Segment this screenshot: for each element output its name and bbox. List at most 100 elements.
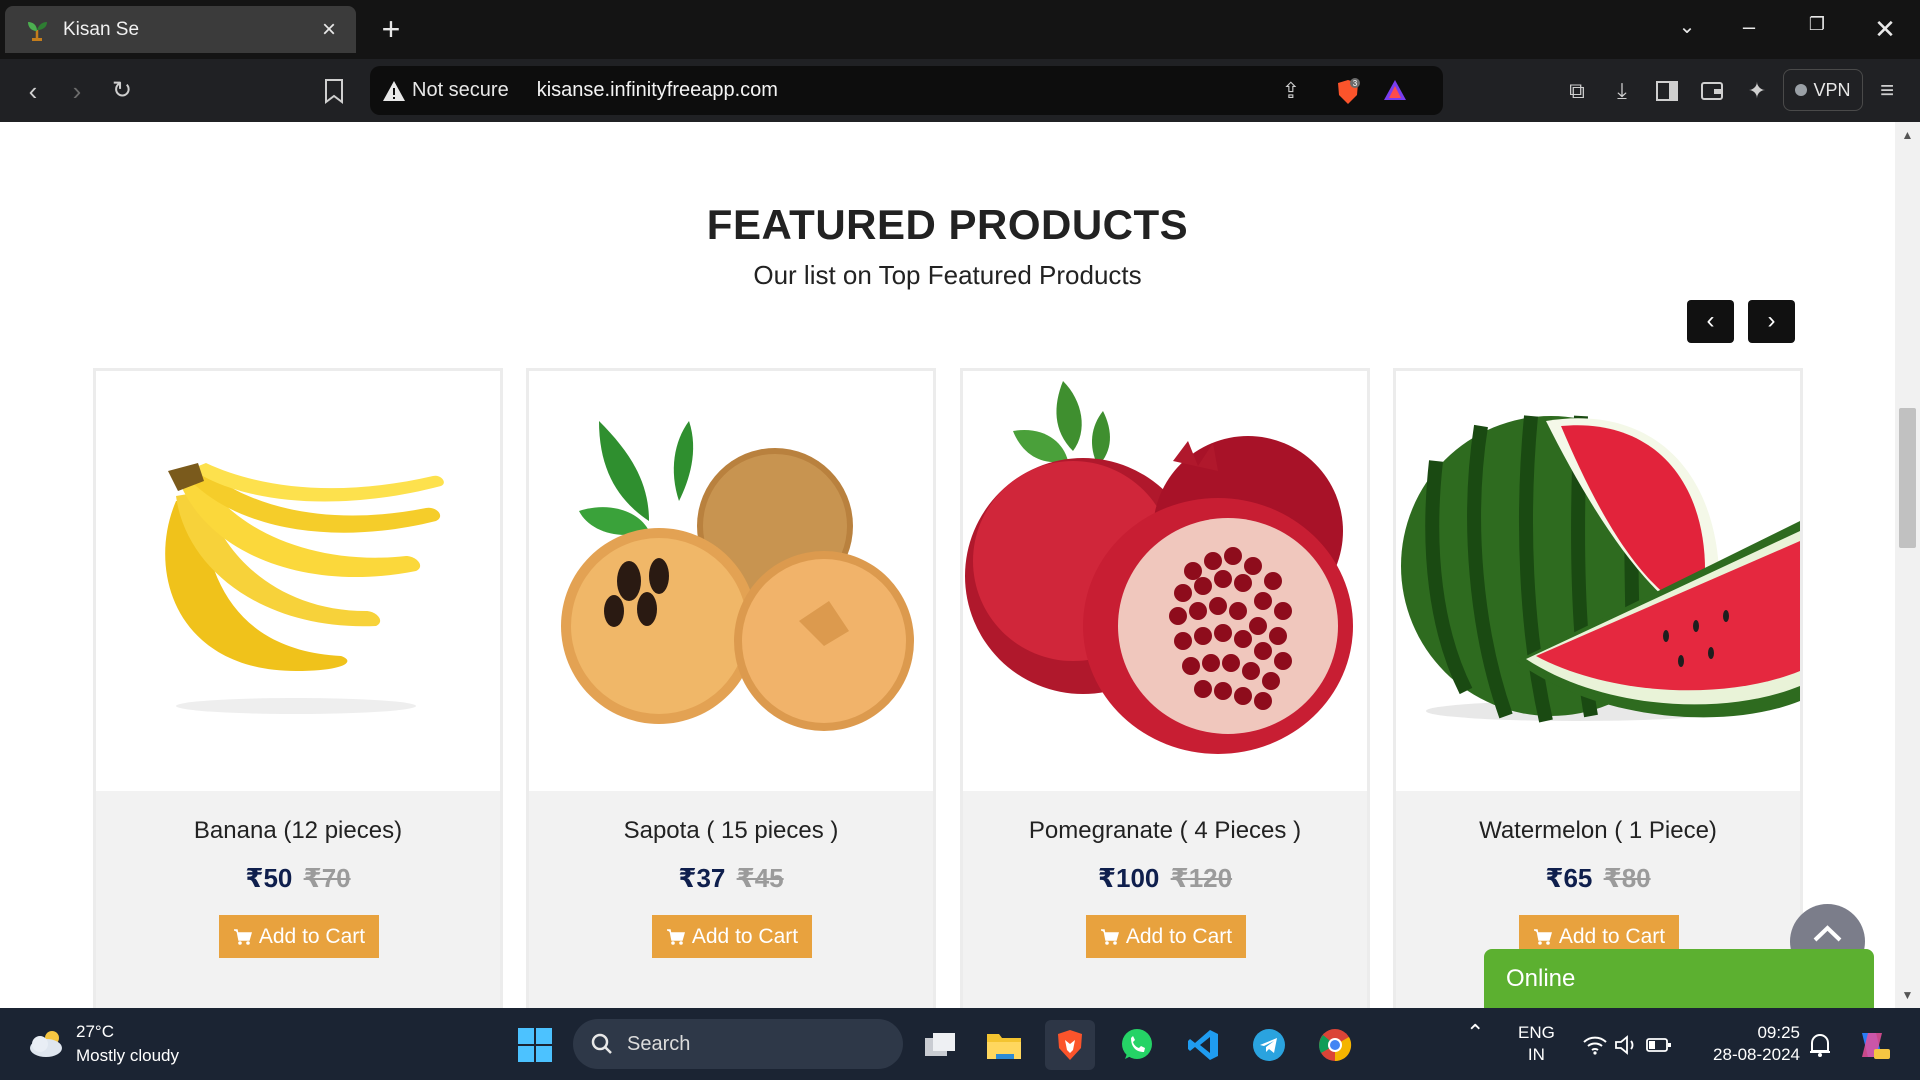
browser-tab-strip: Kisan Se × + ⌄ – ❐ ✕ <box>0 0 1920 59</box>
tray-overflow-chevron-icon[interactable]: ⌃ <box>1466 1022 1484 1044</box>
weather-widget[interactable]: 27°C Mostly cloudy <box>26 1020 179 1068</box>
scrollbar-thumb[interactable] <box>1899 408 1916 548</box>
add-to-cart-button[interactable]: Add to Cart <box>652 915 812 958</box>
brave-shields-icon[interactable]: 3 <box>1333 78 1363 104</box>
forward-icon[interactable]: › <box>60 74 94 108</box>
original-price: ₹120 <box>1170 863 1233 893</box>
leo-ai-icon[interactable]: ✦ <box>1740 74 1774 108</box>
time: 09:25 <box>1757 1023 1800 1042</box>
product-card: Pomegranate ( 4 Pieces ) ₹100 ₹120 Add t… <box>960 368 1370 1008</box>
brave-browser-icon[interactable] <box>1045 1020 1095 1070</box>
carousel-next-button[interactable]: › <box>1748 300 1795 343</box>
start-windows-icon[interactable] <box>510 1020 560 1070</box>
language-code: ENG <box>1518 1023 1555 1042</box>
vpn-label: VPN <box>1813 79 1851 100</box>
reload-icon[interactable]: ↻ <box>105 74 139 108</box>
original-price: ₹80 <box>1603 863 1651 893</box>
bookmark-icon[interactable] <box>317 74 351 108</box>
sidebar-icon[interactable] <box>1650 74 1684 108</box>
scroll-down-arrow-icon[interactable]: ▼ <box>1895 988 1920 1002</box>
notification-icon[interactable] <box>1795 1020 1845 1070</box>
carousel-prev-button[interactable]: ‹ <box>1687 300 1734 343</box>
url-text[interactable]: kisanse.infinityfreeapp.com <box>537 79 778 102</box>
price-row: ₹37 ₹45 <box>529 863 933 894</box>
add-to-cart-button[interactable]: Add to Cart <box>219 915 379 958</box>
scroll-up-arrow-icon[interactable]: ▲ <box>1895 128 1920 142</box>
wifi-icon <box>1583 1036 1607 1055</box>
product-card: Watermelon ( 1 Piece) ₹65 ₹80 Add to Car… <box>1393 368 1803 1008</box>
copilot-icon[interactable] <box>1847 1020 1897 1070</box>
cloud-icon <box>30 1031 62 1057</box>
address-bar[interactable]: Not secure kisanse.infinityfreeapp.com ⇪… <box>370 66 1443 115</box>
wallet-icon[interactable] <box>1695 74 1729 108</box>
file-explorer-icon[interactable] <box>979 1020 1029 1070</box>
tab-search-chevron-icon[interactable]: ⌄ <box>1672 14 1702 39</box>
new-tab-icon[interactable]: + <box>374 12 408 46</box>
minimize-icon[interactable]: – <box>1734 14 1764 40</box>
add-to-cart-button[interactable]: Add to Cart <box>1086 915 1246 958</box>
product-name[interactable]: Pomegranate ( 4 Pieces ) <box>963 817 1367 845</box>
back-icon[interactable]: ‹ <box>16 74 50 108</box>
weather-condition: Mostly cloudy <box>76 1046 179 1065</box>
sprout-favicon-icon <box>28 21 47 41</box>
current-price: ₹37 <box>678 863 726 893</box>
date: 28-08-2024 <box>1713 1045 1800 1064</box>
language-indicator[interactable]: ENG IN <box>1518 1022 1555 1066</box>
page-viewport: FEATURED PRODUCTS Our list on Top Featur… <box>0 122 1920 1008</box>
volume-icon <box>1615 1035 1634 1055</box>
browser-tab[interactable]: Kisan Se × <box>5 6 356 53</box>
vscode-icon[interactable] <box>1178 1020 1228 1070</box>
clock[interactable]: 09:25 28-08-2024 <box>1700 1022 1800 1066</box>
product-name[interactable]: Banana (12 pieces) <box>96 817 500 845</box>
security-status[interactable]: Not secure <box>412 79 509 102</box>
menu-icon[interactable]: ≡ <box>1870 74 1904 108</box>
add-to-cart-label: Add to Cart <box>1558 924 1666 948</box>
share-icon[interactable]: ⇪ <box>1276 78 1306 104</box>
add-to-cart-label: Add to Cart <box>691 924 799 948</box>
current-price: ₹65 <box>1545 863 1593 893</box>
pomegranate-image[interactable] <box>963 371 1367 791</box>
product-info: Pomegranate ( 4 Pieces ) ₹100 ₹120 Add t… <box>963 791 1367 1008</box>
whatsapp-icon[interactable] <box>1112 1020 1162 1070</box>
product-card: Banana (12 pieces) ₹50 ₹70 Add to Cart <box>93 368 503 1008</box>
chrome-icon[interactable] <box>1310 1020 1360 1070</box>
search-placeholder: Search <box>627 1032 691 1055</box>
banana-image[interactable] <box>96 371 500 791</box>
section-title: FEATURED PRODUCTS <box>706 201 1189 248</box>
downloads-icon[interactable]: ⤓ <box>1605 74 1639 108</box>
original-price: ₹70 <box>303 863 351 893</box>
product-name[interactable]: Watermelon ( 1 Piece) <box>1396 817 1800 845</box>
price-row: ₹65 ₹80 <box>1396 863 1800 894</box>
extensions-icon[interactable]: ⧉ <box>1560 74 1594 108</box>
vpn-button[interactable]: VPN <box>1783 69 1863 111</box>
close-window-icon[interactable]: ✕ <box>1870 14 1900 45</box>
watermelon-image[interactable] <box>1396 371 1800 791</box>
cart-icon <box>1533 928 1552 945</box>
price-row: ₹100 ₹120 <box>963 863 1367 894</box>
current-price: ₹50 <box>245 863 293 893</box>
product-name[interactable]: Sapota ( 15 pieces ) <box>529 817 933 845</box>
section-subtitle: Our list on Top Featured Products <box>753 260 1142 290</box>
region-code: IN <box>1527 1045 1545 1064</box>
chat-online-widget[interactable]: Online <box>1484 949 1874 1008</box>
sapota-image[interactable] <box>529 371 933 791</box>
browser-toolbar: ‹ › ↻ Not secure kisanse.infinityfreeapp… <box>0 59 1920 122</box>
current-price: ₹100 <box>1097 863 1160 893</box>
taskbar-search[interactable]: Search <box>573 1019 903 1069</box>
page-scrollbar[interactable]: ▲ ▼ <box>1895 122 1920 1008</box>
warning-icon <box>383 80 405 101</box>
search-icon <box>591 1033 612 1054</box>
telegram-icon[interactable] <box>1244 1020 1294 1070</box>
original-price: ₹45 <box>736 863 784 893</box>
temperature: 27°C <box>76 1022 114 1041</box>
cart-icon <box>1100 928 1119 945</box>
restore-icon[interactable]: ❐ <box>1802 14 1832 35</box>
price-row: ₹50 ₹70 <box>96 863 500 894</box>
tab-close-icon[interactable]: × <box>316 16 342 44</box>
product-card: Sapota ( 15 pieces ) ₹37 ₹45 Add to Cart <box>526 368 936 1008</box>
add-to-cart-label: Add to Cart <box>1125 924 1233 948</box>
task-view-icon[interactable] <box>915 1020 965 1070</box>
product-info: Banana (12 pieces) ₹50 ₹70 Add to Cart <box>96 791 500 1008</box>
network-volume-battery[interactable] <box>1577 1020 1677 1070</box>
brave-rewards-icon[interactable] <box>1380 78 1410 104</box>
